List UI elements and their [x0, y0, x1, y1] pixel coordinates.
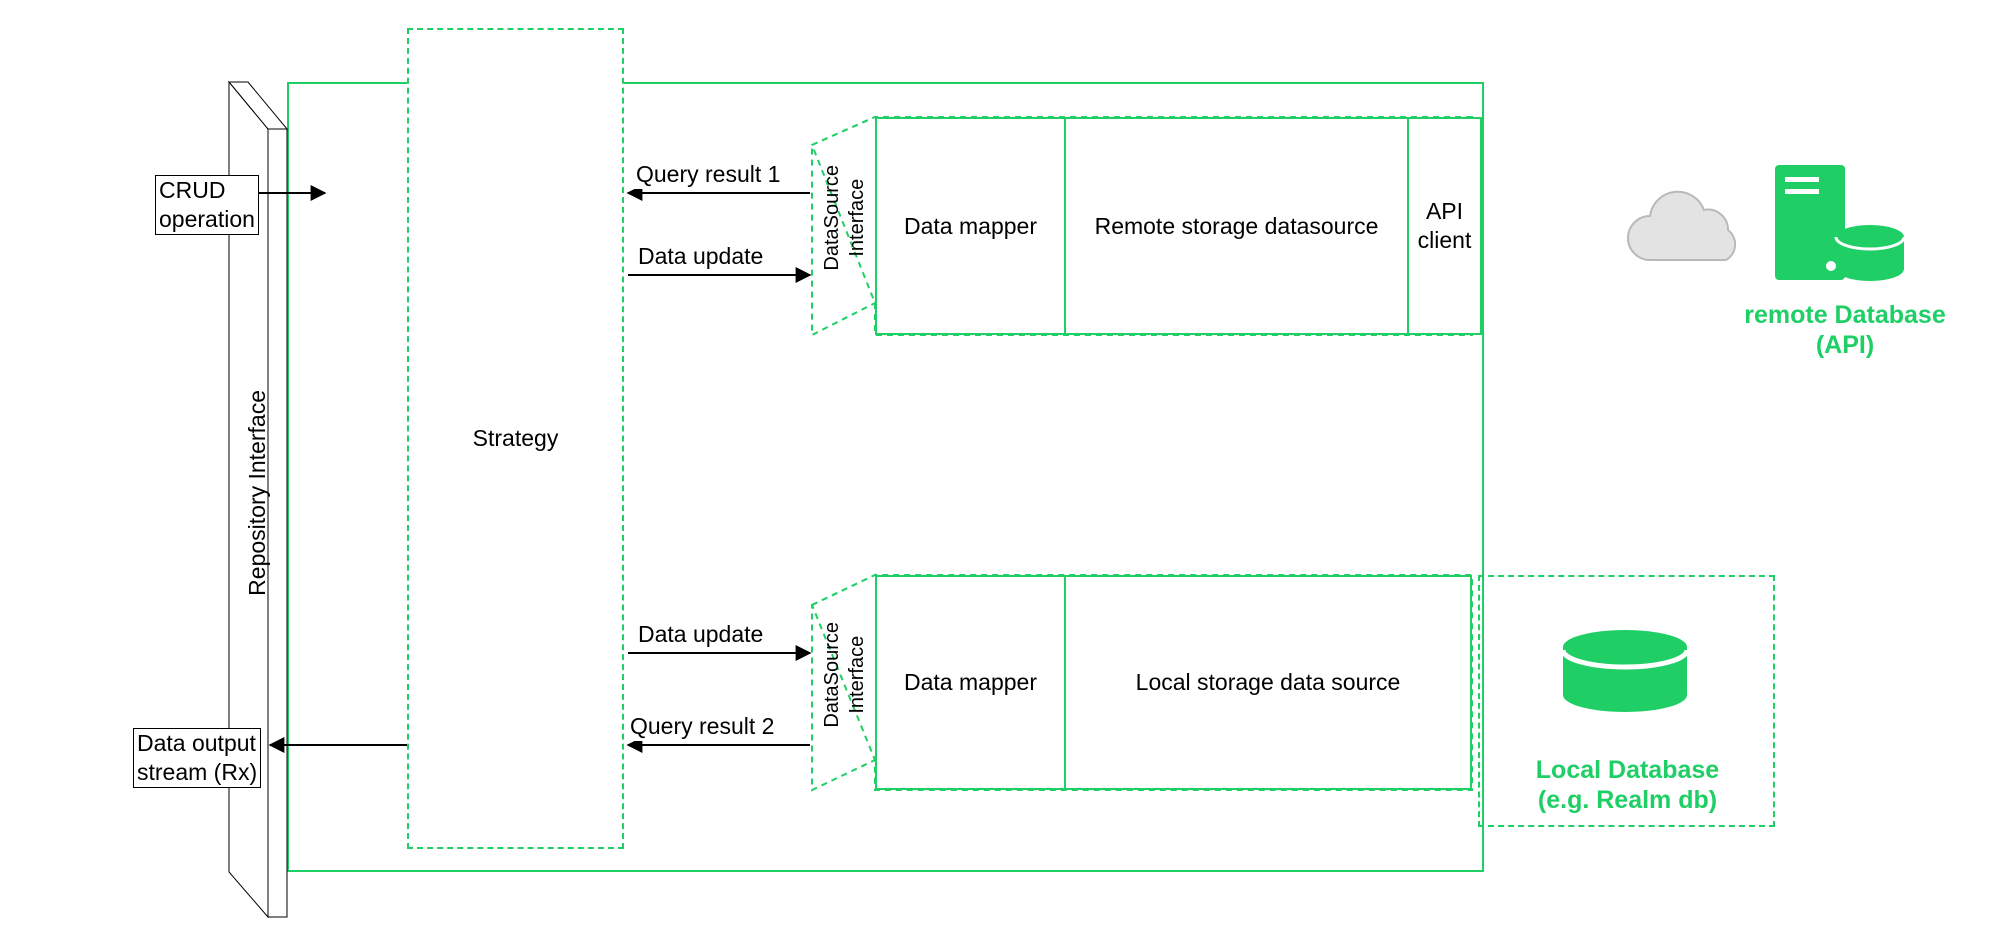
query-result-2-label: Query result 2 — [627, 712, 777, 741]
remote-ds-interface-label: DataSource Interface — [817, 165, 873, 271]
data-update-1-label: Data update — [635, 242, 766, 271]
crud-operation-label: CRUD operation — [155, 175, 259, 235]
strategy-box: Strategy — [407, 28, 624, 849]
cloud-icon — [1628, 192, 1735, 260]
remote-datasource-label: Remote storage datasource — [1095, 212, 1379, 241]
remote-datasource-box: Remote storage datasource — [1064, 117, 1409, 335]
repository-interface-label: Repository Interface — [240, 390, 275, 596]
api-client-label: API client — [1418, 197, 1472, 255]
local-datasource-box: Local storage data source — [1064, 575, 1472, 790]
data-output-label: Data output stream (Rx) — [133, 728, 261, 788]
remote-data-mapper-label: Data mapper — [904, 212, 1037, 241]
api-client-box: API client — [1407, 117, 1482, 335]
local-data-mapper-box: Data mapper — [875, 575, 1066, 790]
local-datasource-label: Local storage data source — [1136, 668, 1401, 697]
strategy-label: Strategy — [473, 424, 559, 453]
remote-db-label: remote Database (API) — [1735, 300, 1955, 360]
query-result-1-label: Query result 1 — [633, 160, 783, 189]
diagram-canvas: Strategy — [0, 0, 2000, 940]
local-ds-interface-label: DataSource Interface — [817, 622, 873, 728]
local-db-label: Local Database (e.g. Realm db) — [1525, 755, 1730, 815]
server-icon — [1775, 165, 1904, 281]
local-data-mapper-label: Data mapper — [904, 668, 1037, 697]
remote-data-mapper-box: Data mapper — [875, 117, 1066, 335]
data-update-2-label: Data update — [635, 620, 766, 649]
